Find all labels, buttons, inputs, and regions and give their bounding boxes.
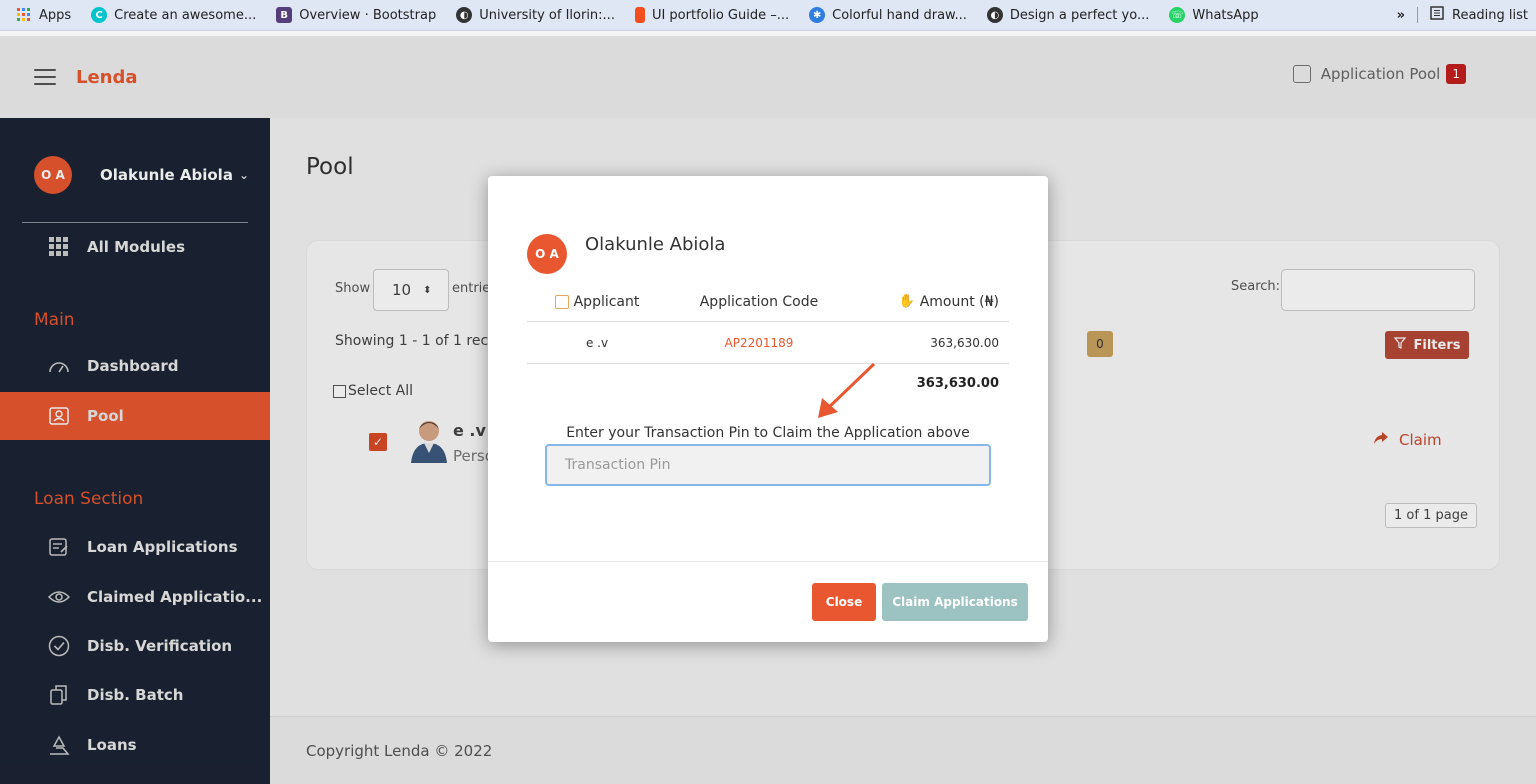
gear-icon: ✱ [809, 7, 826, 23]
hand-money-icon: ✋ [898, 294, 915, 309]
claim-table: Applicant Application Code ✋ Amount (₦) e… [527, 282, 1009, 402]
claim-modal: O A Olakunle Abiola Applicant Applicatio… [488, 176, 1048, 642]
bookmark-colorful[interactable]: ✱ Colorful hand draw... [809, 7, 967, 23]
table-row: e .v AP2201189 363,630.00 [527, 322, 1009, 364]
row-applicant: e .v [585, 335, 609, 350]
pin-label: Enter your Transaction Pin to Claim the … [566, 425, 970, 441]
close-button[interactable]: Close [812, 583, 876, 621]
canva-icon: C [91, 7, 108, 23]
column-applicant: Applicant [573, 293, 640, 310]
bookmark-label: Apps [39, 7, 72, 23]
column-code: Application Code [699, 293, 819, 310]
claim-applications-button[interactable]: Claim Applications [882, 583, 1028, 621]
bookmark-label: Create an awesome... [114, 7, 257, 23]
bookmark-label: UI portfolio Guide –... [651, 7, 790, 23]
modal-user-name: Olakunle Abiola [585, 234, 726, 255]
table-header: Applicant Application Code ✋ Amount (₦) [527, 282, 1009, 322]
row-code: AP2201189 [724, 335, 794, 350]
bookmark-unilorin[interactable]: ◐ University of Ilorin:... [456, 7, 615, 23]
bookmark-figma[interactable]: UI portfolio Guide –... [634, 7, 790, 23]
bookmark-whatsapp[interactable]: ☏ WhatsApp [1169, 7, 1259, 23]
column-amount: Amount (₦) [919, 293, 999, 310]
bookmark-label: WhatsApp [1192, 7, 1259, 23]
bookmark-label: Colorful hand draw... [832, 7, 967, 23]
divider [488, 561, 1048, 562]
whatsapp-icon: ☏ [1169, 7, 1186, 23]
bookmark-label: University of Ilorin:... [479, 7, 615, 23]
bookmark-bootstrap[interactable]: B Overview · Bootstrap [276, 7, 436, 23]
figma-icon [634, 7, 645, 23]
bookmarks-bar: Apps C Create an awesome... B Overview ·… [0, 0, 1536, 31]
total-amount: 363,630.00 [916, 375, 999, 391]
table-total-row: 363,630.00 [527, 364, 1009, 402]
bookmark-apps[interactable]: Apps [16, 7, 71, 23]
bookmark-label: Design a perfect yo... [1009, 7, 1150, 23]
apps-grid-icon [16, 7, 32, 23]
transaction-pin-input[interactable] [545, 444, 991, 486]
reading-list-button[interactable]: Reading list [1452, 8, 1528, 23]
user-card-icon [554, 294, 569, 309]
reading-list-icon [1430, 6, 1444, 24]
avatar: O A [527, 234, 567, 274]
bookmark-label: Overview · Bootstrap [299, 7, 437, 23]
bookmark-canva[interactable]: C Create an awesome... [91, 7, 256, 23]
divider [1417, 7, 1418, 23]
globe-icon: ◐ [986, 7, 1003, 23]
bookmark-design[interactable]: ◐ Design a perfect yo... [986, 7, 1150, 23]
row-amount: 363,630.00 [930, 335, 999, 350]
annotation-arrow-icon [818, 362, 876, 418]
more-bookmarks-button[interactable]: » [1397, 8, 1405, 23]
globe-icon: ◐ [456, 7, 473, 23]
bootstrap-icon: B [276, 7, 293, 23]
